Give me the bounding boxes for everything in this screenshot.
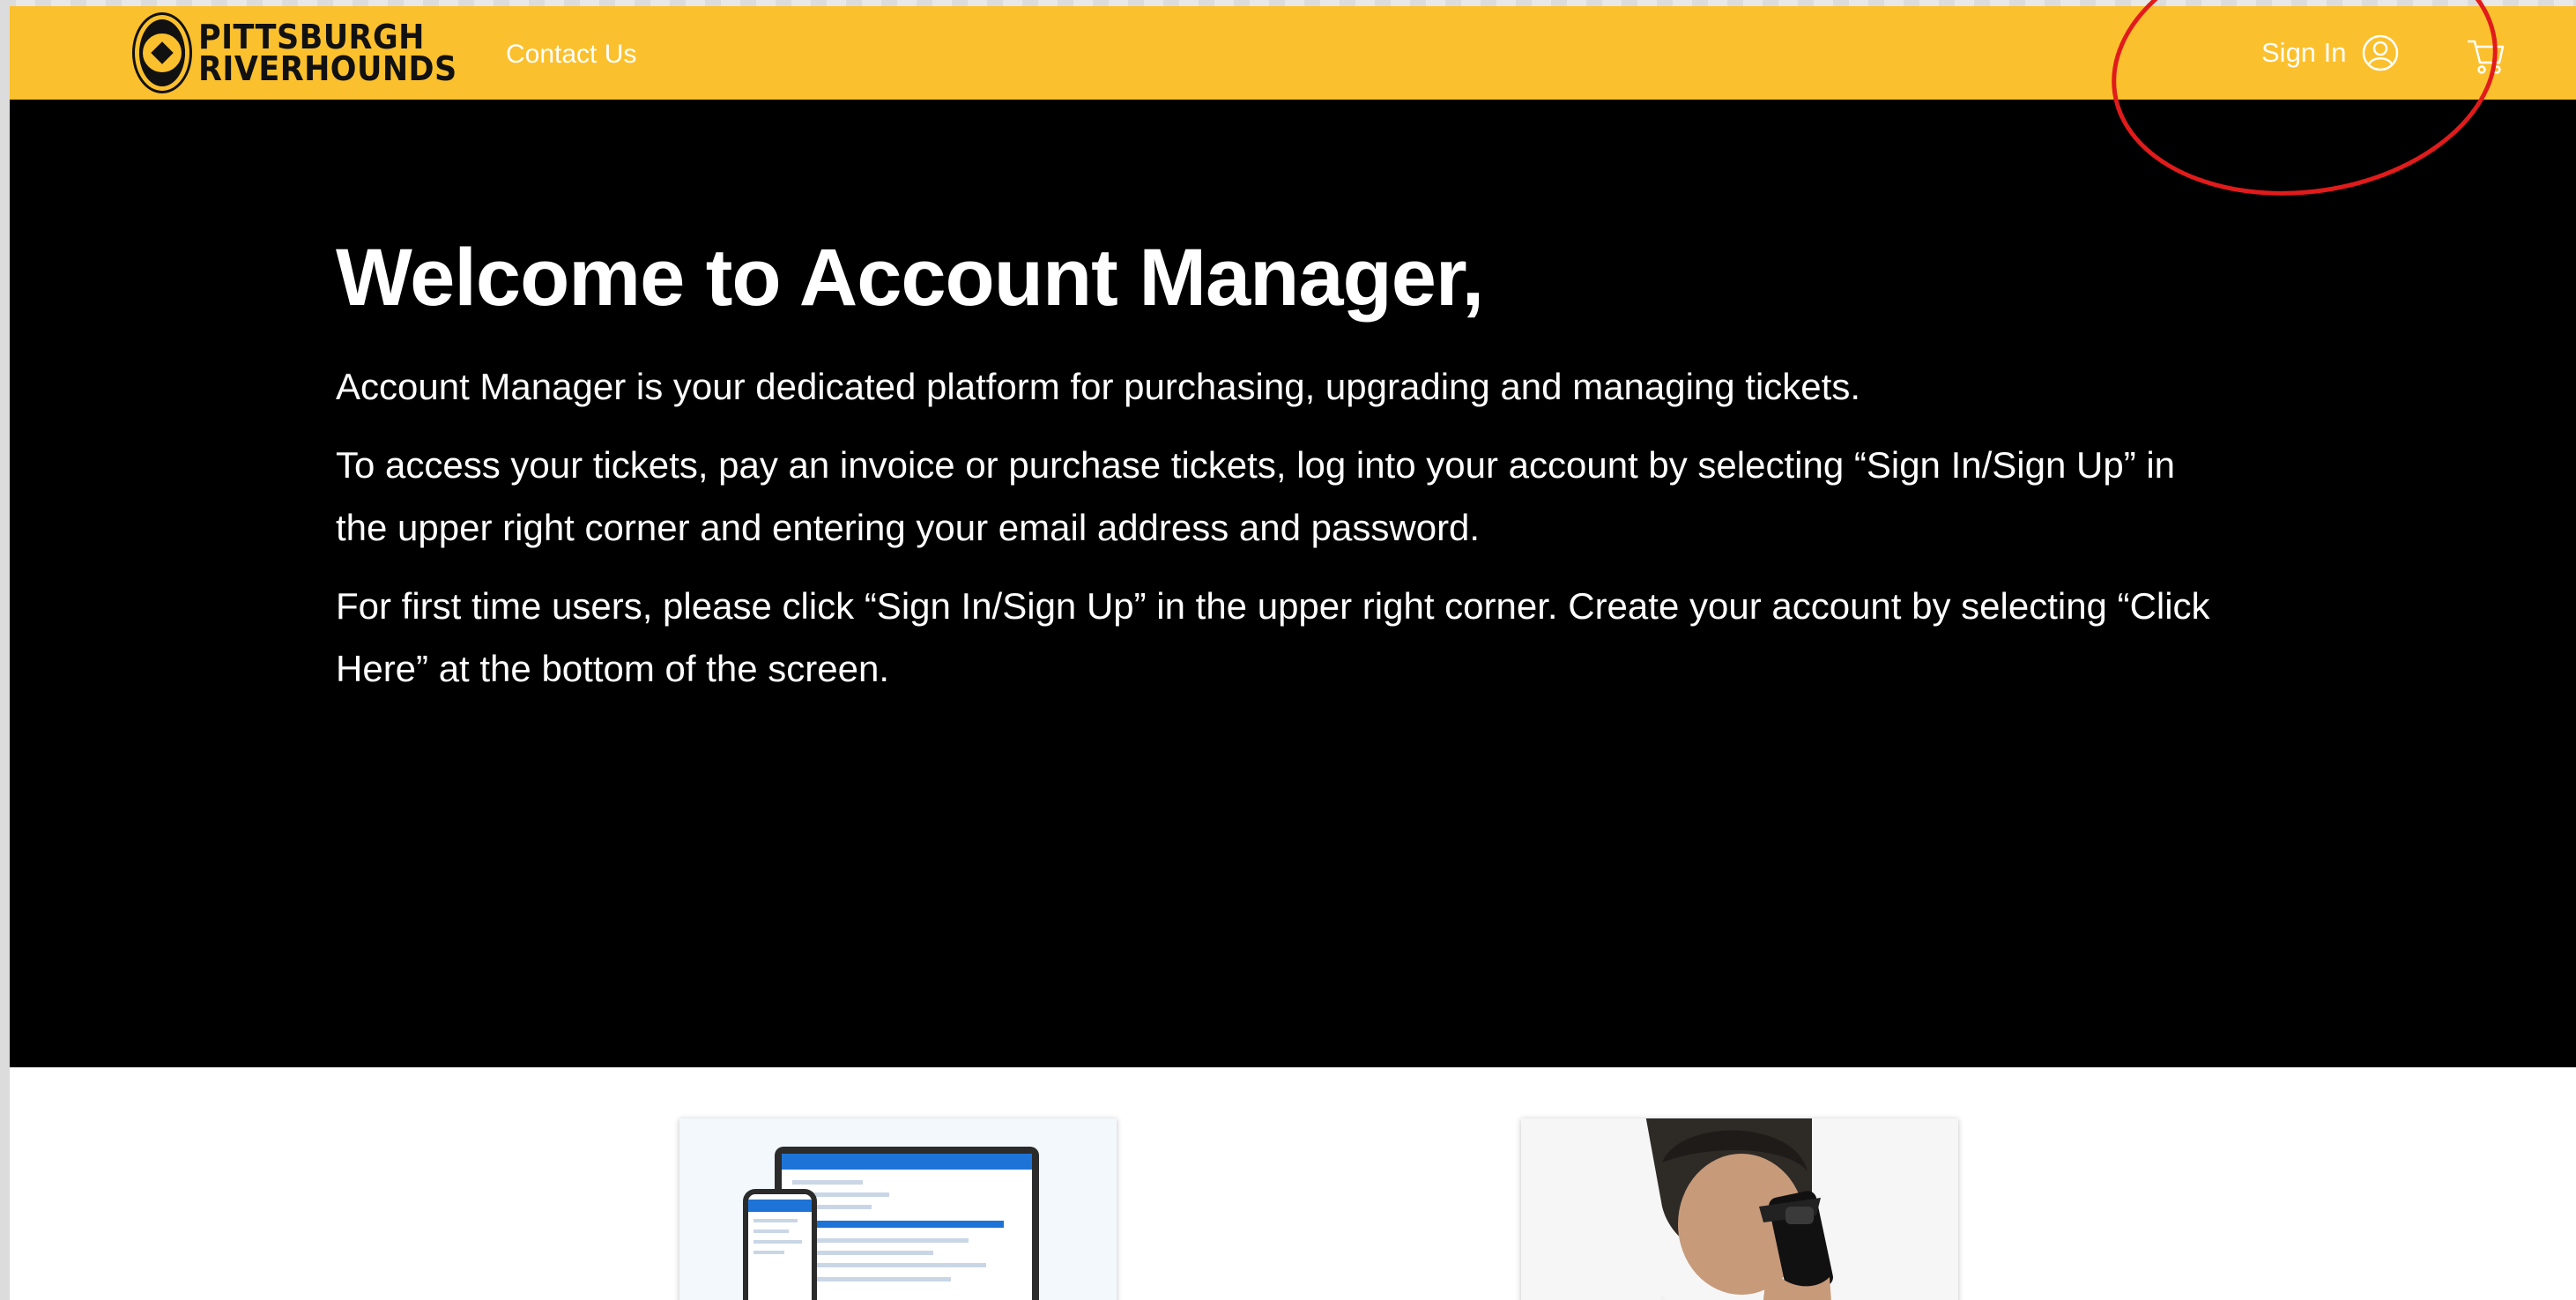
support-card[interactable] (1521, 1118, 1958, 1300)
page-title: Welcome to Account Manager, (336, 233, 1484, 323)
person-on-phone-image (1645, 1118, 1833, 1300)
welcome-hero: Welcome to Account Manager, Account Mana… (10, 100, 2576, 1067)
contact-us-link[interactable]: Contact Us (506, 40, 636, 70)
logo-line-2: RIVERHOUNDS (198, 49, 457, 88)
crest-icon (135, 15, 189, 91)
hero-description: Account Manager is your dedicated platfo… (336, 355, 2222, 716)
first-time-paragraph: For first time users, please click “Sign… (336, 585, 2210, 689)
logo-line-1: PITTSBURGH (198, 18, 425, 56)
logo-wordmark: PITTSBURGH RIVERHOUNDS (198, 18, 457, 88)
riverhounds-logo[interactable]: PITTSBURGH RIVERHOUNDS (135, 13, 470, 93)
access-paragraph: To access your tickets, pay an invoice o… (336, 444, 2176, 548)
phone-image (743, 1189, 817, 1300)
intro-paragraph: Account Manager is your dedicated platfo… (336, 366, 1860, 407)
devices-card[interactable] (679, 1118, 1117, 1300)
account-manager-page: PITTSBURGH RIVERHOUNDS Contact Us Sign I… (10, 6, 2576, 1300)
